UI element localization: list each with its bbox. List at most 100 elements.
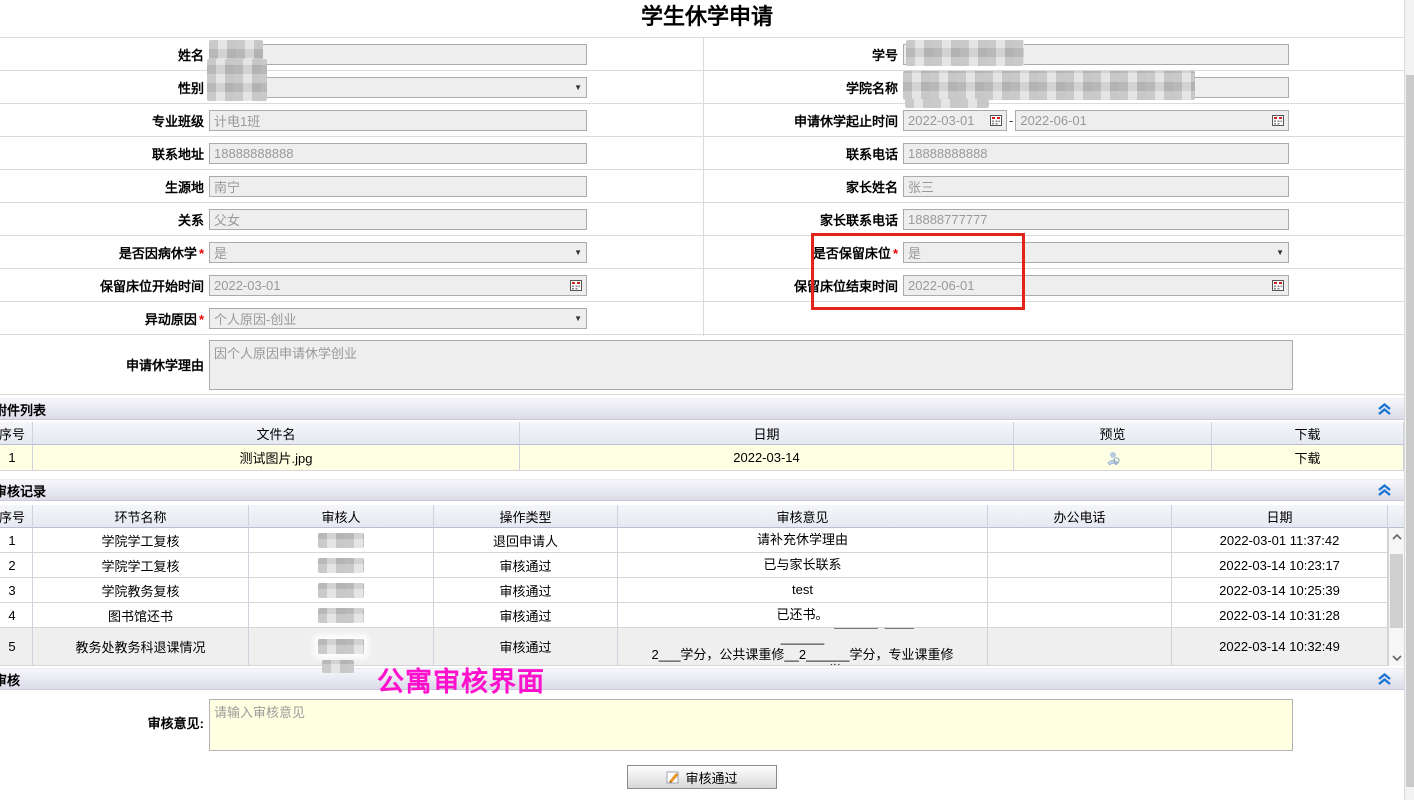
review-section-bar: 审核记录 — [0, 479, 1404, 501]
scrollbar-thumb[interactable] — [1390, 554, 1403, 628]
redacted-student-id — [906, 40, 1024, 66]
attachments-section-title: 附件列表 — [0, 400, 46, 419]
college-label: 学院名称 — [699, 78, 903, 97]
redacted-reviewer — [318, 608, 364, 623]
review-row: 4 图书馆还书 审核通过 已还书。 2022-03-14 10:31:28 — [0, 603, 1388, 628]
cell-date: 2022-03-14 10:31:28 — [1172, 603, 1388, 628]
calendar-icon — [1272, 279, 1284, 291]
col-opinion: 审核意见 — [618, 505, 988, 528]
review-row: 5 教务处教务科退课情况 审核通过 该生本学期选课情况如下：通识必修______… — [0, 628, 1388, 666]
col-date: 日期 — [1172, 505, 1388, 528]
page-scrollbar-thumb[interactable] — [1406, 75, 1414, 787]
page-title: 学生休学申请 — [0, 0, 1414, 37]
sick-leave-label: 是否因病休学* — [0, 243, 209, 262]
scroll-up-icon[interactable] — [1389, 529, 1404, 544]
review-row: 2 学院学工复核 审核通过 已与家长联系 2022-03-14 10:23:17 — [0, 553, 1388, 578]
download-link[interactable]: 下载 — [1212, 445, 1404, 471]
review-table: 序号 环节名称 审核人 操作类型 审核意见 办公电话 日期 1 学院学工复核 退… — [0, 505, 1404, 666]
cell-phone — [988, 553, 1172, 578]
cell-action: 退回申请人 — [434, 528, 618, 553]
audit-opinion-label: 审核意见: — [0, 699, 209, 732]
redacted-reviewer — [318, 583, 364, 598]
cell-opinion: 请补充休学理由 — [618, 528, 988, 553]
chevron-down-icon: ▼ — [574, 248, 582, 257]
cell-date: 2022-03-14 10:23:17 — [1172, 553, 1388, 578]
cell-no: 4 — [0, 603, 33, 628]
review-header-row: 序号 环节名称 审核人 操作类型 审核意见 办公电话 日期 — [0, 505, 1404, 528]
cell-phone — [988, 578, 1172, 603]
form-row-class-daterange: 专业班级 计电1班 申请休学起止时间 2022-03-01 - 2022-06-… — [0, 104, 1414, 137]
cell-date: 2022-03-14 10:32:49 — [1172, 628, 1388, 666]
cell-opinion: 该生本学期选课情况如下：通识必修______2____学分，其他______ 2… — [618, 628, 988, 666]
column-divider — [703, 38, 704, 336]
chevron-down-icon: ▼ — [1276, 248, 1284, 257]
col-no: 序号 — [0, 505, 33, 528]
cell-action: 审核通过 — [434, 603, 618, 628]
attachment-date: 2022-03-14 — [520, 445, 1014, 471]
scroll-down-icon[interactable] — [1389, 650, 1404, 665]
origin-field: 南宁 — [209, 176, 587, 197]
col-reviewer: 审核人 — [249, 505, 434, 528]
redacted-college-tail — [905, 99, 989, 108]
redacted-reviewer — [318, 639, 364, 654]
preview-icon[interactable] — [1014, 445, 1212, 471]
cell-phone — [988, 603, 1172, 628]
approve-button[interactable]: 审核通过 — [627, 765, 777, 789]
audit-section-title: 审核 — [0, 670, 20, 689]
redacted-reviewer — [318, 533, 364, 548]
col-office-phone: 办公电话 — [988, 505, 1172, 528]
relation-label: 关系 — [0, 210, 209, 229]
class-field: 计电1班 — [209, 110, 587, 131]
col-filename: 文件名 — [33, 422, 520, 445]
collapse-icon[interactable] — [1377, 402, 1392, 416]
movement-reason-label: 异动原因* — [0, 309, 209, 328]
relation-field: 父女 — [209, 209, 587, 230]
attachments-section-bar: 附件列表 — [0, 398, 1404, 420]
col-download: 下载 — [1212, 422, 1404, 445]
review-section-title: 审核记录 — [0, 481, 46, 500]
leave-reason-textarea: 因个人原因申请休学创业 — [209, 340, 1293, 390]
cell-step: 教务处教务科退课情况 — [33, 628, 249, 666]
parent-phone-field: 18888777777 — [903, 209, 1289, 230]
leave-period-range: 2022-03-01 - 2022-06-01 — [903, 110, 1289, 131]
parent-name-label: 家长姓名 — [699, 177, 903, 196]
sick-leave-select: 是▼ — [209, 242, 587, 263]
chevron-down-icon: ▼ — [574, 314, 582, 323]
cell-step: 学院学工复核 — [33, 528, 249, 553]
parent-name-field: 张三 — [903, 176, 1289, 197]
form-row-movement-reason: 异动原因* 个人原因-创业▼ — [0, 302, 1414, 335]
cell-no: 1 — [0, 528, 33, 553]
form-row-relation-parentphone: 关系 父女 家长联系电话 18888777777 — [0, 203, 1414, 236]
collapse-icon[interactable] — [1377, 672, 1392, 686]
calendar-icon — [570, 279, 582, 291]
cell-reviewer — [249, 553, 434, 578]
audit-opinion-input[interactable] — [209, 699, 1293, 751]
review-table-scrollbar[interactable] — [1388, 528, 1404, 666]
leave-period-label: 申请休学起止时间 — [699, 111, 903, 130]
attachment-row: 1 测试图片.jpg 2022-03-14 下载 — [0, 445, 1404, 471]
student-id-label: 学号 — [699, 45, 903, 64]
cell-no: 3 — [0, 578, 33, 603]
origin-label: 生源地 — [0, 177, 209, 196]
calendar-icon — [990, 114, 1002, 126]
collapse-icon[interactable] — [1377, 483, 1392, 497]
leave-reason-label: 申请休学理由 — [0, 355, 209, 374]
leave-start-field: 2022-03-01 — [903, 110, 1007, 131]
cell-action: 审核通过 — [434, 553, 618, 578]
page-scrollbar[interactable] — [1404, 0, 1414, 800]
attachment-no: 1 — [0, 445, 33, 471]
name-label: 姓名 — [0, 45, 209, 64]
chevron-down-icon: ▼ — [574, 83, 582, 92]
redacted-reviewer — [318, 558, 364, 573]
phone-field: 18888888888 — [903, 143, 1289, 164]
col-scroll-spacer — [1388, 505, 1404, 528]
attachment-filename: 测试图片.jpg — [33, 445, 520, 471]
review-row: 3 学院教务复核 审核通过 test 2022-03-14 10:25:39 — [0, 578, 1388, 603]
col-step: 环节名称 — [33, 505, 249, 528]
bed-start-label: 保留床位开始时间 — [0, 276, 209, 295]
movement-reason-select: 个人原因-创业▼ — [209, 308, 587, 329]
cell-phone — [988, 628, 1172, 666]
form-row-bed-dates: 保留床位开始时间 2022-03-01 保留床位结束时间 2022-06-01 — [0, 269, 1414, 302]
pencil-icon — [666, 770, 680, 784]
col-action: 操作类型 — [434, 505, 618, 528]
